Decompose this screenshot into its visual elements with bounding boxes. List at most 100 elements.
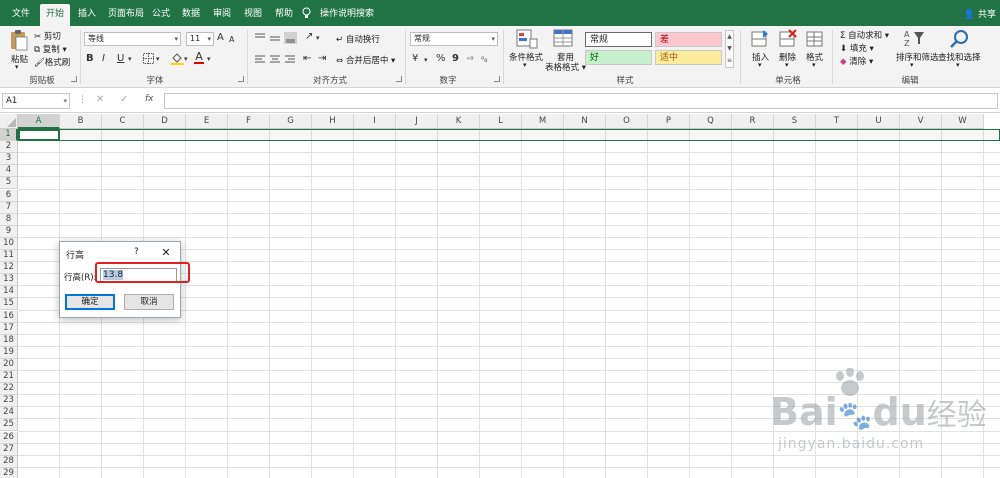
font-size-combo[interactable]: 11 ▾ xyxy=(186,32,214,46)
chevron-down-icon[interactable]: ▾ xyxy=(128,53,132,65)
tab-insert[interactable]: 插入 xyxy=(72,4,102,26)
sort-filter-button[interactable]: 排序和筛选 xyxy=(896,51,939,63)
column-header[interactable]: M xyxy=(522,114,564,129)
row-header[interactable]: 7 xyxy=(0,201,18,214)
row-header[interactable]: 5 xyxy=(0,177,18,190)
row-header[interactable]: 9 xyxy=(0,225,18,238)
row-header[interactable]: 17 xyxy=(0,322,18,335)
column-header[interactable]: A xyxy=(18,114,60,129)
grow-font-icon[interactable]: A xyxy=(217,32,224,44)
paste-button[interactable]: 粘贴 xyxy=(11,53,28,65)
row-header[interactable]: 10 xyxy=(0,237,18,250)
active-cell[interactable] xyxy=(18,129,60,142)
row-header[interactable]: 26 xyxy=(0,431,18,444)
clear-button[interactable]: ◆ 清除 ▾ xyxy=(840,55,873,67)
row-header[interactable]: 28 xyxy=(0,455,18,468)
row-header[interactable]: 23 xyxy=(0,395,18,408)
column-header[interactable]: H xyxy=(312,114,354,129)
merge-center-button[interactable]: ⇔ 合并后居中 ▾ xyxy=(336,54,395,66)
column-header[interactable]: Q xyxy=(690,114,732,129)
wrap-text-button[interactable]: ↵ 自动换行 xyxy=(336,33,380,45)
column-header[interactable]: E xyxy=(186,114,228,129)
chevron-down-icon[interactable]: ▾ xyxy=(812,61,816,69)
tab-page-layout[interactable]: 页面布局 xyxy=(102,4,150,26)
cut-button[interactable]: ✂ 剪切 xyxy=(34,30,61,42)
column-header[interactable]: R xyxy=(732,114,774,129)
border-icon[interactable] xyxy=(143,53,154,64)
chevron-down-icon[interactable]: ▾ xyxy=(910,61,914,69)
column-header[interactable]: J xyxy=(396,114,438,129)
drag-handle-icon[interactable]: ⋮ xyxy=(78,95,87,105)
row-header[interactable]: 3 xyxy=(0,153,18,166)
decrease-indent-icon[interactable]: ⇤ xyxy=(303,53,311,65)
cancel-icon[interactable]: ✕ xyxy=(96,94,104,105)
increase-indent-icon[interactable]: ⇥ xyxy=(318,53,326,65)
chevron-down-icon[interactable]: ▾ xyxy=(758,61,762,69)
tab-help[interactable]: 帮助 xyxy=(269,4,299,26)
row-header[interactable]: 13 xyxy=(0,274,18,287)
column-header[interactable]: W xyxy=(942,114,984,129)
tab-file[interactable]: 文件 xyxy=(6,4,36,26)
chevron-down-icon[interactable]: ▾ xyxy=(207,53,211,65)
formula-input[interactable] xyxy=(164,93,998,109)
share-button[interactable]: 👤 共享 xyxy=(964,7,996,20)
name-box[interactable]: A1 ▾ xyxy=(2,93,70,109)
row-header[interactable]: 25 xyxy=(0,419,18,432)
help-icon[interactable]: ? xyxy=(134,247,139,257)
chevron-down-icon[interactable]: ▾ xyxy=(424,54,428,66)
horizontal-align-icons[interactable] xyxy=(254,54,298,64)
orientation-icon[interactable]: ↗ xyxy=(305,31,313,43)
row-header[interactable]: 22 xyxy=(0,383,18,396)
italic-button[interactable]: I xyxy=(102,53,105,65)
row-header[interactable]: 19 xyxy=(0,346,18,359)
percent-button[interactable]: % xyxy=(436,53,446,65)
close-icon[interactable]: ✕ xyxy=(160,246,172,259)
row-header[interactable]: 14 xyxy=(0,286,18,299)
dialog-launcher-icon[interactable] xyxy=(238,76,244,82)
font-name-combo[interactable]: 等线 ▾ xyxy=(84,32,181,46)
dialog-launcher-icon[interactable] xyxy=(494,76,500,82)
chevron-down-icon[interactable]: ▾ xyxy=(15,63,19,71)
column-header[interactable]: P xyxy=(648,114,690,129)
chevron-down-icon[interactable]: ▾ xyxy=(316,32,320,44)
row-header[interactable]: 4 xyxy=(0,165,18,178)
column-header[interactable]: G xyxy=(270,114,312,129)
insert-function-icon[interactable]: fx xyxy=(145,94,154,104)
chevron-down-icon[interactable]: ▾ xyxy=(156,53,160,65)
style-good[interactable]: 好 xyxy=(585,50,652,65)
style-bad[interactable]: 差 xyxy=(655,32,722,47)
column-header[interactable]: T xyxy=(816,114,858,129)
styles-gallery-scroll[interactable]: ▲ ▼ ≡ xyxy=(725,30,734,68)
style-normal[interactable]: 常规 xyxy=(585,32,652,47)
column-header[interactable]: K xyxy=(438,114,480,129)
currency-icon[interactable]: ¥ xyxy=(412,53,418,65)
format-as-table-button[interactable]: 表格格式 ▾ xyxy=(545,61,586,73)
column-header[interactable]: I xyxy=(354,114,396,129)
tab-formulas[interactable]: 公式 xyxy=(146,4,176,26)
underline-button[interactable]: U xyxy=(117,53,124,65)
row-header[interactable]: 6 xyxy=(0,189,18,202)
tab-home[interactable]: 开始 xyxy=(40,4,71,26)
row-header[interactable]: 12 xyxy=(0,262,18,275)
copy-button[interactable]: ⧉ 复制 ▾ xyxy=(34,43,67,55)
row-header[interactable]: 16 xyxy=(0,310,18,323)
row-header[interactable]: 2 xyxy=(0,141,18,154)
select-all-corner[interactable] xyxy=(0,114,18,129)
tell-me-search[interactable]: 操作说明搜索 xyxy=(314,4,380,26)
vertical-align-icons[interactable] xyxy=(254,32,298,44)
format-painter-button[interactable]: 🖌格式刷 xyxy=(34,56,70,68)
dialog-launcher-icon[interactable] xyxy=(71,76,77,82)
row-header[interactable]: 15 xyxy=(0,298,18,311)
row-header[interactable]: 20 xyxy=(0,358,18,371)
row-header[interactable]: 24 xyxy=(0,407,18,420)
chevron-down-icon[interactable]: ▾ xyxy=(184,53,188,65)
row-header[interactable]: 21 xyxy=(0,371,18,384)
column-header[interactable]: S xyxy=(774,114,816,129)
row-header[interactable]: 29 xyxy=(0,467,18,478)
increase-decimal-icon[interactable]: ⁺⁰ xyxy=(466,54,473,66)
row-header[interactable]: 1 xyxy=(0,129,18,142)
fill-button[interactable]: ⬇ 填充 ▾ xyxy=(840,42,874,54)
tab-review[interactable]: 审阅 xyxy=(207,4,237,26)
row-header[interactable]: 8 xyxy=(0,213,18,226)
font-color-icon[interactable]: A xyxy=(194,51,204,64)
